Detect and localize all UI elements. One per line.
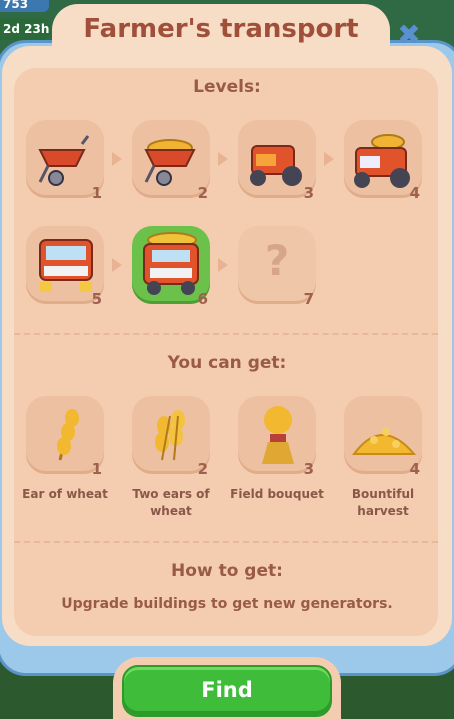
product-number: 3 [303,460,314,478]
level-number: 1 [91,184,102,202]
levels-heading: Levels: [193,77,261,97]
arrow-right-icon [218,152,228,166]
product-tile-3[interactable]: 3 [238,396,316,478]
level-number: 4 [409,184,420,202]
arrow-right-icon [218,258,228,272]
level-tile-5[interactable]: 5 [26,226,104,308]
arrow-right-icon [324,152,334,166]
arrow-right-icon [112,258,122,272]
level-tile-4[interactable]: 4 [344,120,422,202]
question-mark-icon: ? [264,236,290,285]
find-button[interactable]: Find [122,665,332,717]
level-tile-7-locked[interactable]: ? 7 [238,226,316,308]
level-number: 2 [197,184,208,202]
close-icon[interactable]: ✖ [393,19,425,51]
how-to-get-heading: How to get: [171,561,283,581]
level-tile-1[interactable]: 1 [26,120,104,202]
event-timer: 2d 23h [0,18,51,40]
product-number: 2 [197,460,208,478]
dialog-title: Farmer's transport [83,14,359,44]
product-number: 1 [91,460,102,478]
product-tile-2[interactable]: 2 [132,396,210,478]
level-tile-3[interactable]: 3 [238,120,316,202]
product-number: 4 [409,460,420,478]
how-to-get-text: Upgrade buildings to get new generators. [61,596,393,612]
level-number: 5 [91,290,102,308]
divider [14,541,438,543]
level-tile-2[interactable]: 2 [132,120,210,202]
level-number: 7 [303,290,314,308]
product-label: Field bouquet [230,487,324,501]
level-number: 3 [303,184,314,202]
divider [14,333,438,335]
resource-counter: 753 [0,0,49,12]
product-label: Bountiful harvest [351,487,415,518]
arrow-right-icon [112,152,122,166]
product-label: Ear of wheat [22,487,108,501]
product-tile-4[interactable]: 4 [344,396,422,478]
level-tile-6-current[interactable]: 6 [132,226,210,308]
product-label: Two ears of wheat [132,487,210,518]
can-get-heading: You can get: [167,353,287,373]
product-tile-1[interactable]: 1 [26,396,104,478]
level-number: 6 [197,290,208,308]
